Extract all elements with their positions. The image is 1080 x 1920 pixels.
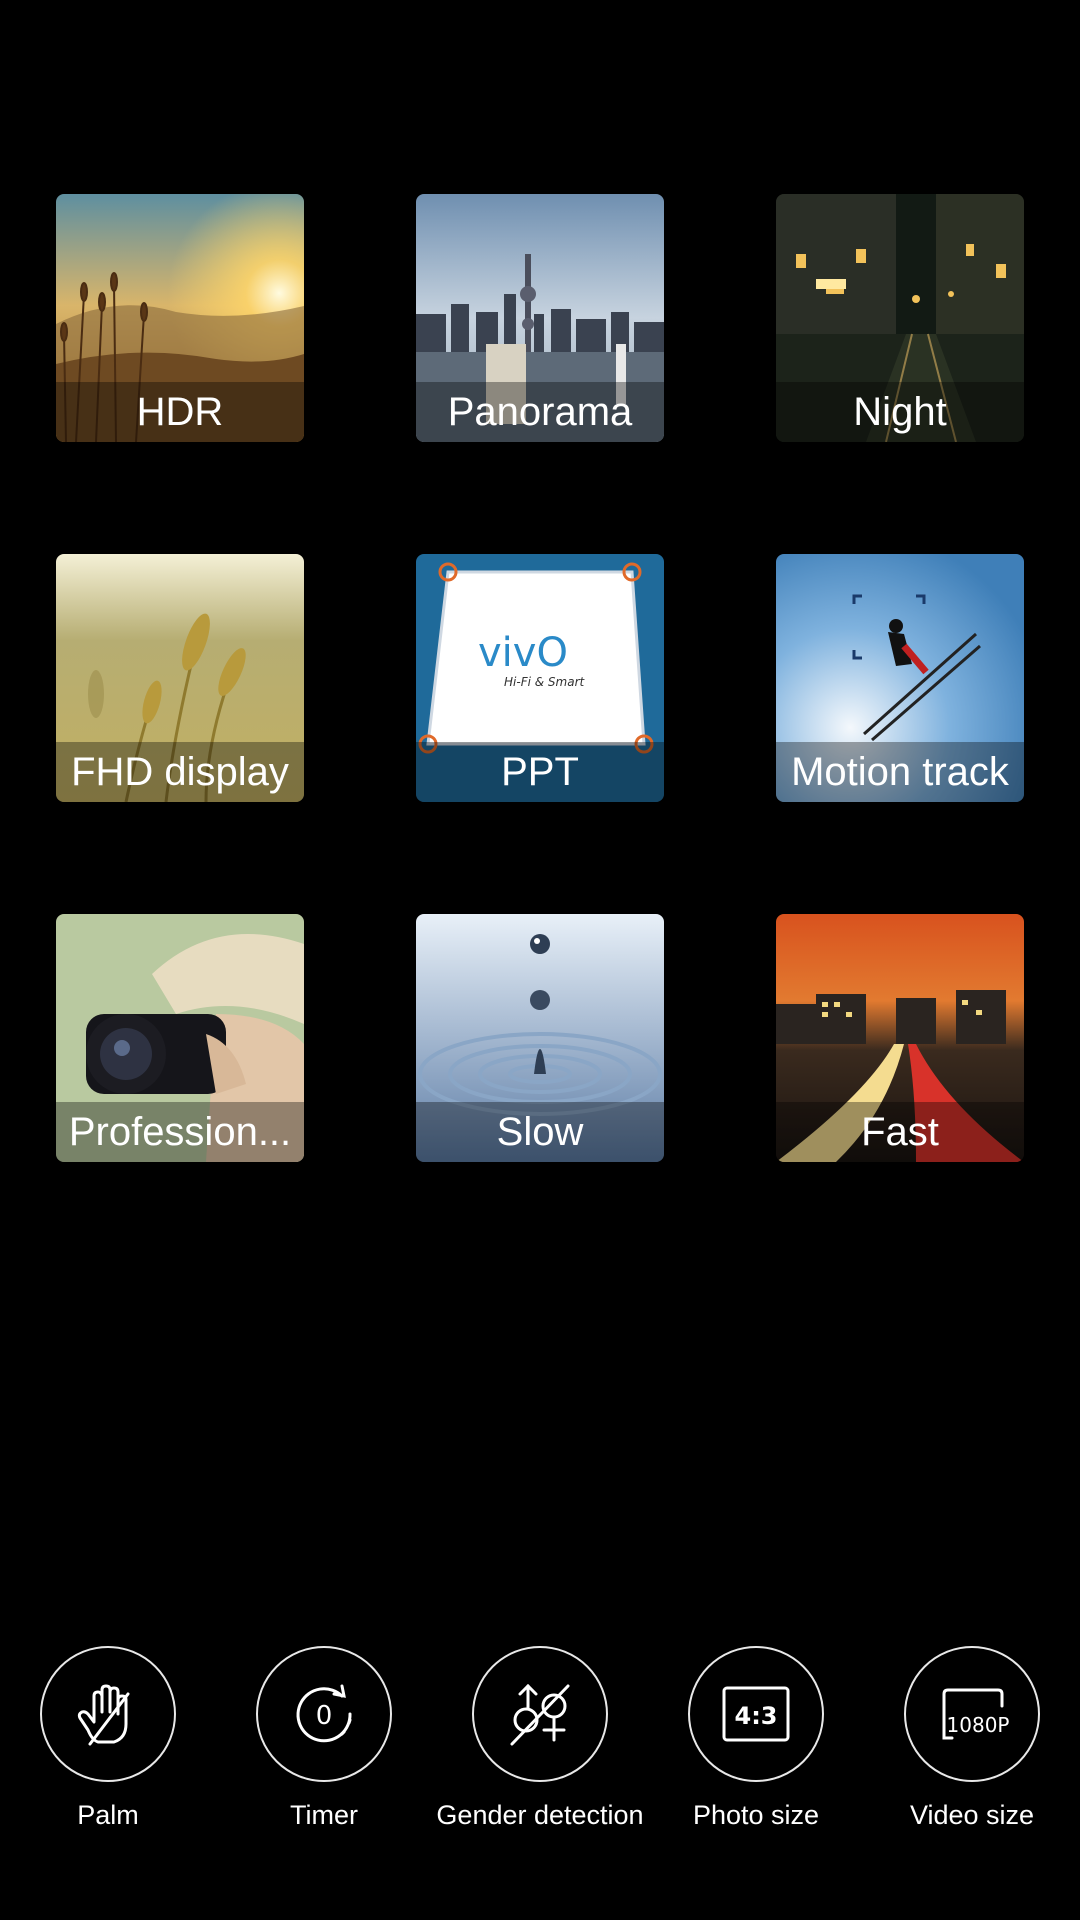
mode-label: Panorama bbox=[416, 382, 664, 442]
photo-size-setting-button[interactable]: 4:3 Photo size bbox=[648, 1646, 864, 1831]
photo-size-setting-label: Photo size bbox=[692, 1800, 820, 1830]
gender-detection-setting-ring bbox=[472, 1646, 608, 1782]
video-size-icon: 1080P bbox=[942, 1688, 1010, 1740]
timer-setting-button[interactable]: 0 Timer bbox=[216, 1646, 432, 1831]
mode-label: PPT bbox=[416, 742, 664, 802]
mode-label: Night bbox=[776, 382, 1024, 442]
photo-size-icon: 4:3 bbox=[722, 1686, 790, 1742]
photo-size-value: 4:3 bbox=[735, 1702, 778, 1730]
settings-bar: Palm 0 Timer Gender detection 4:3 Photo … bbox=[0, 1646, 1080, 1836]
video-size-setting-button[interactable]: 1080P Video size bbox=[864, 1646, 1080, 1831]
gender-detection-setting-button[interactable]: Gender detection bbox=[432, 1646, 648, 1831]
mode-label: Slow bbox=[416, 1102, 664, 1162]
mode-tile-ppt[interactable]: vivO Hi-Fi & Smart PPT bbox=[416, 554, 664, 802]
photo-size-setting-ring: 4:3 bbox=[688, 1646, 824, 1782]
timer-value: 0 bbox=[316, 1701, 333, 1731]
mode-tile-night[interactable]: Night bbox=[776, 194, 1024, 442]
video-size-setting-ring: 1080P bbox=[904, 1646, 1040, 1782]
gender-detection-setting-label: Gender detection bbox=[436, 1800, 644, 1830]
palm-setting-button[interactable]: Palm bbox=[0, 1646, 216, 1831]
mode-tile-professional[interactable]: Profession... bbox=[56, 914, 304, 1162]
palm-setting-label: Palm bbox=[77, 1800, 139, 1830]
timer-icon: 0 bbox=[296, 1684, 352, 1743]
video-size-setting-label: Video size bbox=[909, 1800, 1035, 1830]
mode-label: HDR bbox=[56, 382, 304, 442]
mode-tile-panorama[interactable]: Panorama bbox=[416, 194, 664, 442]
mode-label: Profession... bbox=[56, 1102, 304, 1162]
ppt-logo-text: vivO bbox=[478, 630, 568, 676]
mode-tile-fast[interactable]: Fast bbox=[776, 914, 1024, 1162]
palm-icon bbox=[77, 1684, 130, 1746]
ppt-logo-tagline: Hi-Fi & Smart bbox=[504, 675, 586, 689]
timer-setting-ring: 0 bbox=[256, 1646, 392, 1782]
mode-label: Fast bbox=[776, 1102, 1024, 1162]
mode-label: Motion track bbox=[776, 742, 1024, 802]
timer-setting-label: Timer bbox=[290, 1800, 358, 1830]
mode-tile-hdr[interactable]: HDR bbox=[56, 194, 304, 442]
mode-tile-motion-track[interactable]: Motion track bbox=[776, 554, 1024, 802]
video-size-value: 1080P bbox=[947, 1713, 1010, 1737]
palm-setting-ring bbox=[40, 1646, 176, 1782]
mode-grid: HDR Panorama Night FHD display vivO Hi-F… bbox=[56, 194, 1024, 1162]
mode-label: FHD display bbox=[56, 742, 304, 802]
mode-tile-slow[interactable]: Slow bbox=[416, 914, 664, 1162]
mode-tile-fhd-display[interactable]: FHD display bbox=[56, 554, 304, 802]
gender-detection-icon bbox=[510, 1683, 570, 1746]
